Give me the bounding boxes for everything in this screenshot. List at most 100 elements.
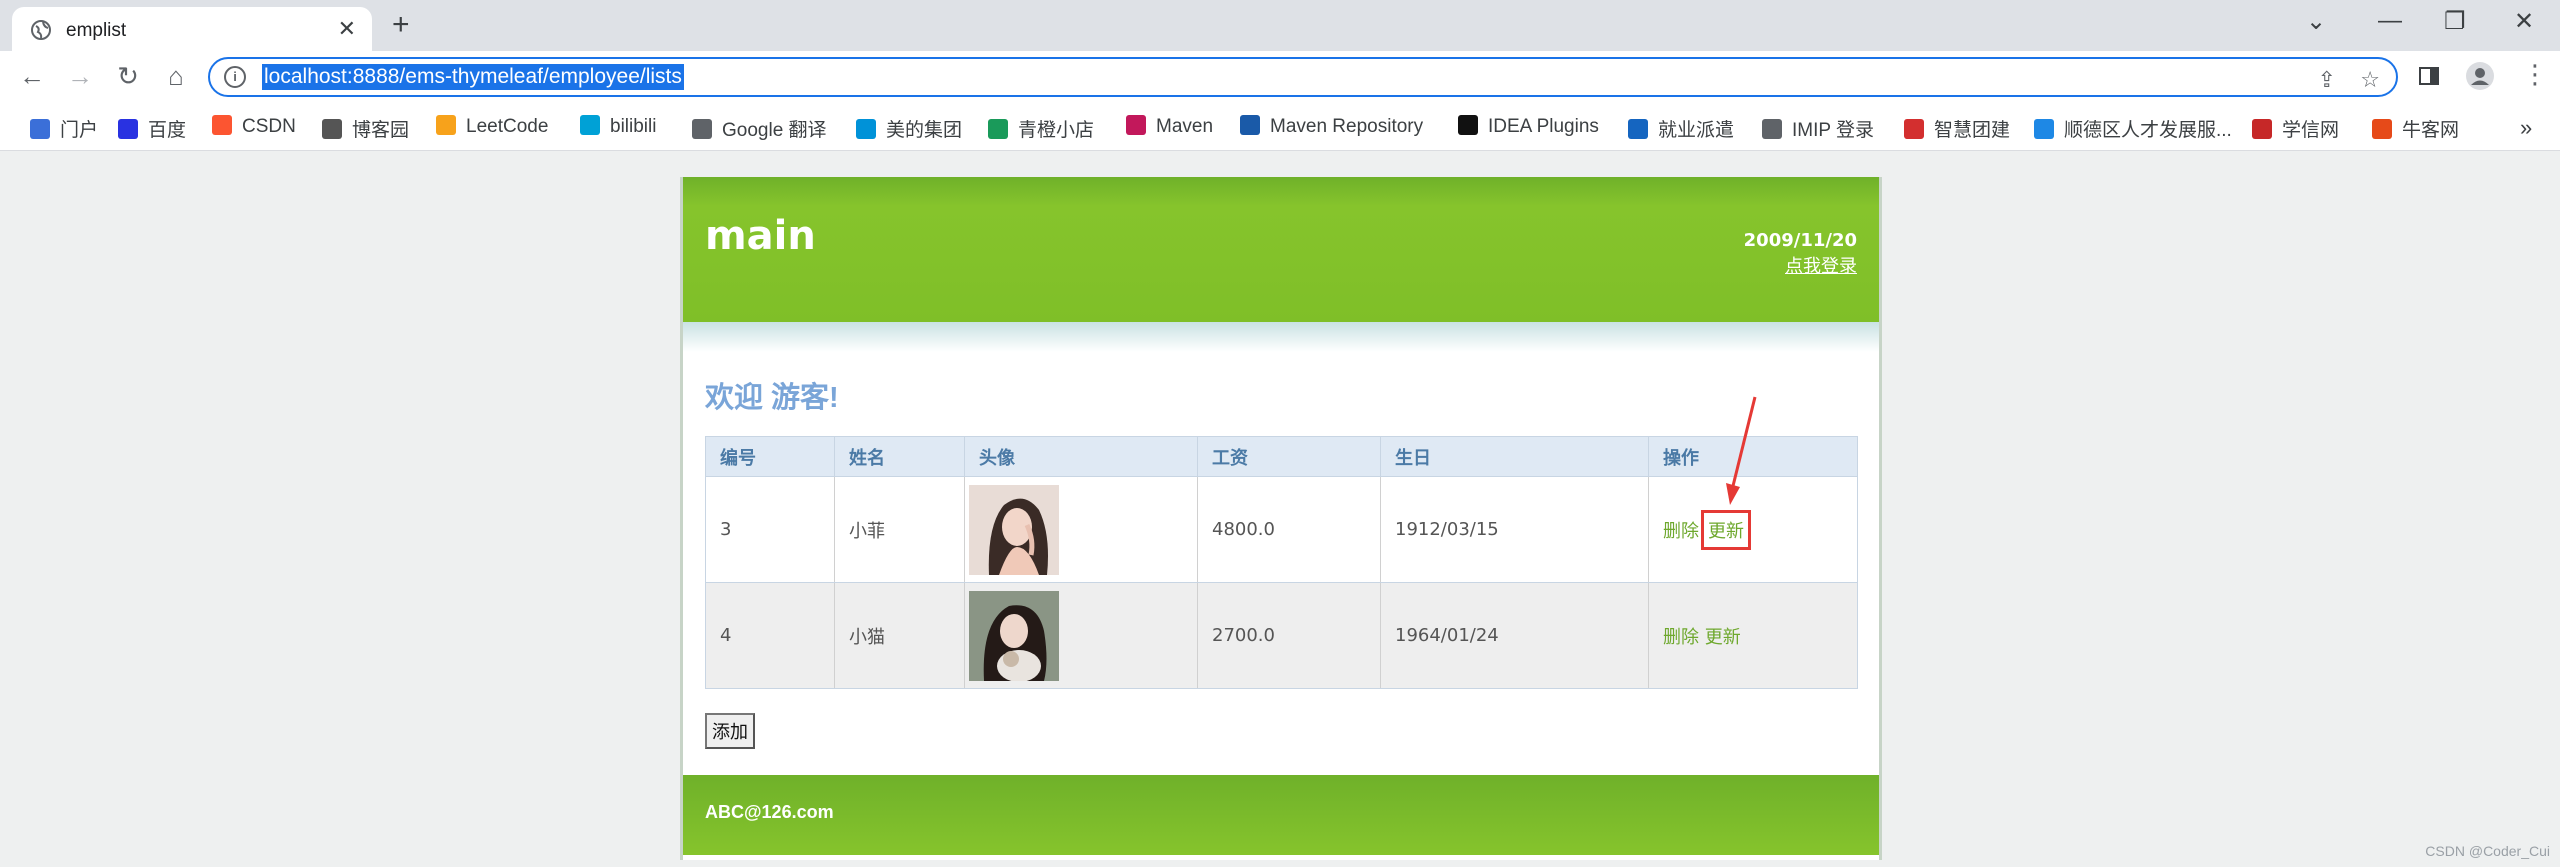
bookmark-label: 美的集团 [886,120,963,141]
bookmark-label: bilibili [610,116,657,137]
browser-tab[interactable]: emplist ✕ [12,7,372,51]
bookmark-item[interactable]: CSDN [212,115,296,138]
delete-link[interactable]: 删除 [1663,627,1699,648]
bookmark-item[interactable]: 智慧团建 [1904,115,2010,142]
bookmark-label: 顺德区人才发展服... [2064,120,2232,141]
header-divider [683,322,1879,352]
home-icon[interactable]: ⌂ [160,61,192,92]
update-link[interactable]: 更新 [1705,627,1741,648]
bookmark-favicon-icon [436,115,456,135]
restore-icon[interactable]: ❐ [2444,7,2466,36]
bookmark-favicon-icon [212,115,232,135]
bookmark-item[interactable]: Maven Repository [1240,115,1423,138]
bookmark-item[interactable]: 学信网 [2252,115,2339,142]
site-logo: main [705,213,816,259]
bookmark-label: CSDN [242,116,296,137]
address-bar[interactable]: i localhost:8888/ems-thymeleaf/employee/… [208,57,2398,97]
bookmark-favicon-icon [1628,119,1648,139]
tab-search-icon[interactable]: ⌄ [2306,7,2326,36]
avatar [969,484,1059,575]
page-header: main 2009/11/20 点我登录 [683,177,1879,322]
annotation-arrow [1726,396,1757,505]
bookmark-favicon-icon [1126,115,1146,135]
bookmark-favicon-icon [1458,115,1478,135]
header-date: 2009/11/20 [1743,230,1857,251]
bookmark-item[interactable]: Maven [1126,115,1213,138]
bookmark-item[interactable]: 青橙小店 [988,115,1094,142]
cell-name: 小猫 [834,582,965,689]
cell-actions: 删除 更新 [1648,582,1858,689]
bookmark-favicon-icon [118,119,138,139]
welcome-heading: 欢迎 游客! [705,382,839,414]
more-bookmarks-icon[interactable]: » [2520,115,2532,141]
bookmark-item[interactable]: IDEA Plugins [1458,115,1599,138]
bookmark-item[interactable]: 就业派遣 [1628,115,1734,142]
bookmark-item[interactable]: 博客园 [322,115,409,142]
profile-avatar-icon[interactable] [2465,61,2495,91]
menu-kebab-icon[interactable]: ⋮ [2522,59,2548,90]
globe-icon [31,20,51,40]
window-close-icon[interactable]: ✕ [2514,7,2534,36]
watermark: CSDN @Coder_Cui [2425,843,2550,859]
table-header-row: 编号 姓名 头像 工资 生日 操作 [705,436,1858,477]
cell-birthday: 1912/03/15 [1380,476,1649,583]
bookmark-label: 青橙小店 [1018,120,1095,141]
bookmark-star-icon[interactable]: ☆ [2360,67,2380,93]
column-header: 生日 [1380,436,1649,477]
bookmark-label: 博客园 [352,120,410,141]
back-icon[interactable]: ← [16,61,48,92]
bookmark-label: IDEA Plugins [1488,116,1599,137]
close-tab-icon[interactable]: ✕ [338,16,356,42]
page-container: main 2009/11/20 点我登录 欢迎 游客! 编号 姓名 头像 工资 … [680,177,1882,860]
bookmark-item[interactable]: IMIP 登录 [1762,115,1874,142]
bookmark-label: Google 翻译 [722,120,827,141]
reload-icon[interactable]: ↻ [112,61,144,92]
bookmark-item[interactable]: bilibili [580,115,656,138]
cell-id: 3 [705,476,835,583]
bookmark-favicon-icon [1762,119,1782,139]
bookmark-favicon-icon [988,119,1008,139]
tab-title: emplist [66,20,127,41]
bookmark-favicon-icon [692,119,712,139]
browser-tab-bar: emplist ✕ + ⌄ — ❐ ✕ [0,0,2560,51]
cell-salary: 2700.0 [1197,582,1381,689]
bookmark-item[interactable]: 牛客网 [2372,115,2459,142]
bookmark-label: 百度 [148,120,187,141]
bookmark-item[interactable]: 顺德区人才发展服... [2034,115,2232,142]
bookmark-label: 智慧团建 [1934,120,2011,141]
forward-icon[interactable]: → [64,61,96,92]
update-link[interactable]: 更新 [1708,521,1744,542]
delete-link[interactable]: 删除 [1663,521,1699,542]
new-tab-icon[interactable]: + [392,8,410,42]
bookmark-label: LeetCode [466,116,549,137]
bookmarks-bar: 门户 百度 CSDN 博客园 LeetCode bilibili Google 翻译 美的集团… [0,103,2560,151]
bookmark-label: Maven Repository [1270,116,1424,137]
bookmark-item[interactable]: LeetCode [436,115,548,138]
highlight-box: 更新 [1701,509,1751,550]
employee-table: 编号 姓名 头像 工资 生日 操作 3 小菲 4800.0 1912/03/15… [705,436,1858,689]
bookmark-item[interactable]: Google 翻译 [692,115,827,142]
footer-email: ABC@126.com [705,802,834,822]
browser-toolbar: ← → ↻ ⌂ i localhost:8888/ems-thymeleaf/e… [0,51,2560,103]
minimize-icon[interactable]: — [2378,7,2402,35]
cell-salary: 4800.0 [1197,476,1381,583]
bookmark-label: 就业派遣 [1658,120,1735,141]
share-icon[interactable]: ⇪ [2318,67,2336,93]
side-panel-icon[interactable] [2418,65,2440,87]
cell-avatar [964,476,1198,583]
cell-avatar [964,582,1198,689]
login-link[interactable]: 点我登录 [1785,252,1857,278]
bookmark-favicon-icon [2372,119,2392,139]
bookmark-item[interactable]: 门户 [30,115,98,142]
bookmark-favicon-icon [1240,115,1260,135]
bookmark-item[interactable]: 百度 [118,115,186,142]
address-url[interactable]: localhost:8888/ems-thymeleaf/employee/li… [262,64,684,90]
add-button[interactable]: 添加 [705,713,755,749]
bookmark-favicon-icon [2252,119,2272,139]
bookmark-favicon-icon [30,119,50,139]
bookmark-favicon-icon [1904,119,1924,139]
table-row: 3 小菲 4800.0 1912/03/15 删除 更新 [705,476,1858,583]
site-info-icon[interactable]: i [224,66,246,88]
bookmark-item[interactable]: 美的集团 [856,115,962,142]
page-footer: ABC@126.com [683,775,1879,855]
